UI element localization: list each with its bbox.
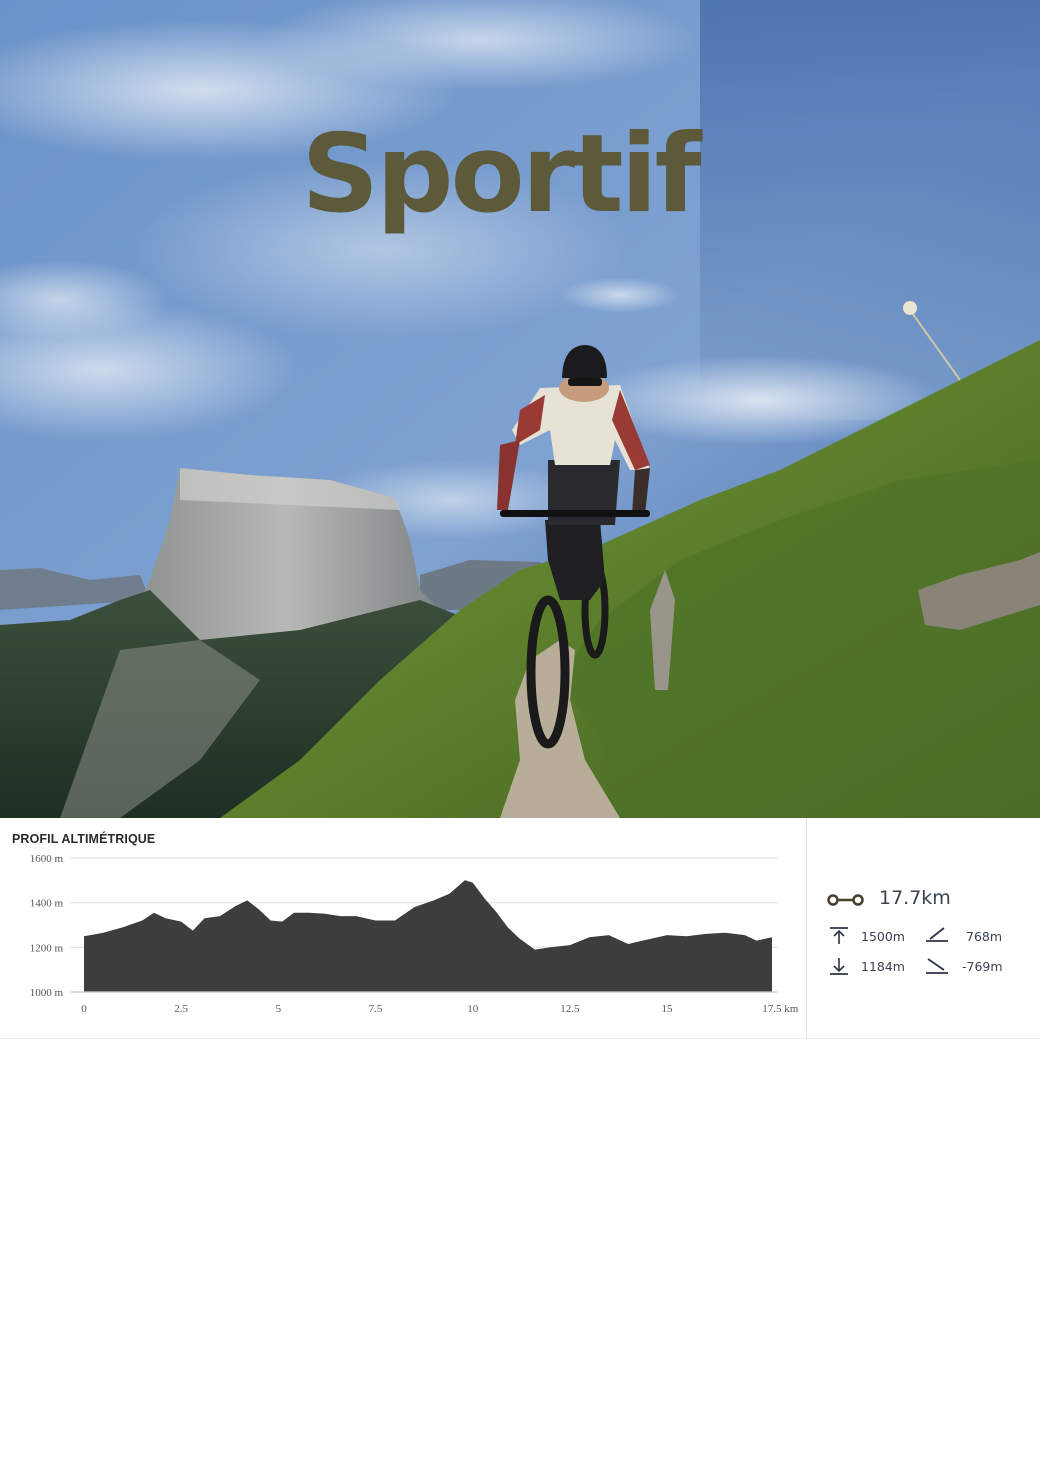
- distance-value: 17.7km: [879, 887, 951, 909]
- descent-icon: [926, 958, 948, 974]
- ascent-icon: [926, 927, 948, 942]
- min-altitude-icon: [830, 958, 848, 975]
- min-altitude-value: 1184m: [861, 959, 905, 974]
- y-tick-label: 1000 m: [30, 987, 64, 999]
- x-tick-label: 12.5: [560, 1003, 580, 1015]
- x-tick-label: 15: [662, 1003, 674, 1015]
- x-tick-label: 2.5: [174, 1003, 188, 1015]
- stats-panel: 17.7km 1500m 768m 1184m -769m: [820, 818, 1040, 1038]
- hero-photo: Sportif: [0, 0, 1040, 818]
- y-tick-label: 1200 m: [30, 942, 64, 954]
- ascent-value: 768m: [966, 929, 1003, 944]
- x-tick-label: 5: [276, 1003, 282, 1015]
- x-tick-label: 17.5 km: [762, 1003, 799, 1015]
- max-altitude-icon: [830, 927, 848, 944]
- distance-icon: [827, 894, 864, 906]
- elevation-profile-panel: PROFIL ALTIMÉTRIQUE 1600 m 1400 m 1200 m 10…: [0, 818, 1040, 1039]
- descent-value: -769m: [962, 959, 1003, 974]
- x-tick-label: 0: [81, 1003, 87, 1015]
- page-title: Sportif: [301, 112, 701, 237]
- x-tick-label: 10: [467, 1003, 479, 1015]
- y-tick-label: 1600 m: [30, 853, 64, 865]
- panel-divider: [806, 818, 807, 1038]
- elevation-area: [84, 880, 772, 992]
- y-tick-label: 1400 m: [30, 898, 64, 910]
- elevation-chart: 1600 m 1400 m 1200 m 1000 m 0 2.5 5 7.5 10 12.5 15…: [30, 853, 799, 1015]
- x-tick-label: 7.5: [369, 1003, 383, 1015]
- max-altitude-value: 1500m: [861, 929, 905, 944]
